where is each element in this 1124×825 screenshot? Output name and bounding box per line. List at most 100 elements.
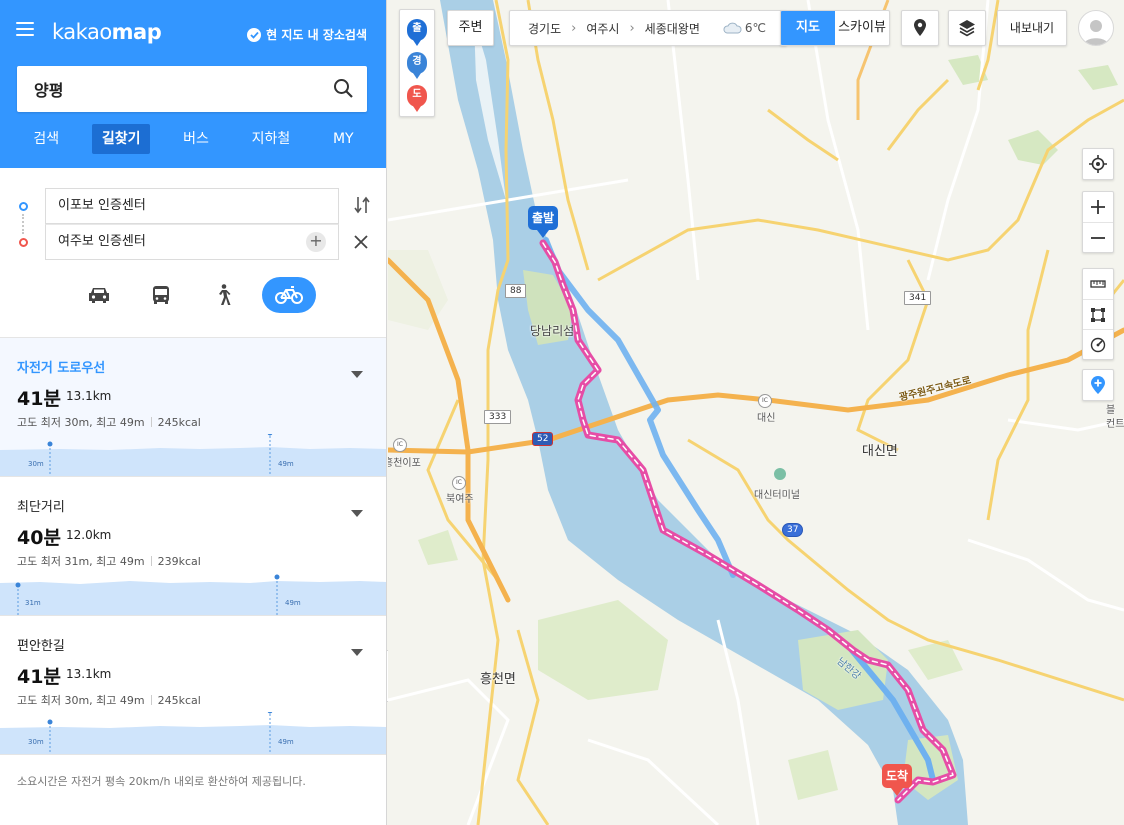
search-box [17,66,367,112]
route-option-distance: 13.1km [66,667,112,681]
breadcrumb-district[interactable]: 세종대왕면 [645,20,700,37]
road-shield: 37 [782,523,804,537]
highway-shield: 52 [532,432,554,446]
ic-icon: IC [758,394,772,408]
add-waypoint-button[interactable]: + [306,232,326,252]
add-place-control [1082,369,1114,401]
mode-bus[interactable] [138,277,184,313]
destination-dot-icon [19,238,28,247]
route-option-title: 편안한길 [17,639,65,654]
radius-measure-button[interactable] [1083,329,1113,359]
route-option-meta: 고도 최저 30m, 최고 49m 245kcal [17,694,201,707]
area-icon [1091,307,1105,322]
place-label: 대신 [757,413,776,424]
route-option-title: 자전거 도로우선 [17,361,106,376]
measure-tools [1082,268,1114,360]
chevron-down-icon[interactable] [351,510,363,517]
avatar[interactable] [1078,10,1114,46]
waypoint-pin-icon[interactable]: 경 [407,51,427,79]
chevron-down-icon[interactable] [351,371,363,378]
svg-text:49m: 49m [278,460,294,468]
user-icon [1084,20,1108,45]
weather[interactable]: 6℃ [722,21,766,35]
sidebar: kakaomap 현 지도 내 장소검색 검색 길찾기 버스 지하철 MY [0,0,387,825]
route-option[interactable]: 자전거 도로우선 41분 13.1km 고도 최저 30m, 최고 49m 245… [0,337,386,476]
route-results: 자전거 도로우선 41분 13.1km 고도 최저 30m, 최고 49m 245… [0,337,386,754]
zoom-control [1082,191,1114,253]
distance-measure-button[interactable] [1083,269,1113,299]
main-tabs: 검색 길찾기 버스 지하철 MY [0,124,386,154]
map-type-skyview-button[interactable]: 스카이뷰 [835,11,889,45]
origin-pin-icon[interactable]: 출 [407,19,427,47]
zoom-out-button[interactable] [1083,222,1113,252]
sidebar-header: kakaomap 현 지도 내 장소검색 검색 길찾기 버스 지하철 MY [0,0,386,168]
tab-my[interactable]: MY [323,124,364,154]
add-pin-icon [1091,376,1105,394]
route-option[interactable]: 최단거리 40분 12.0km 고도 최저 31m, 최고 49m 239kcal… [0,476,386,615]
svg-text:49m: 49m [278,738,294,746]
clear-route-icon[interactable] [353,234,369,254]
destination-field[interactable]: 여주보 인증센터 + [45,224,339,260]
end-marker-label: 도착 [882,764,912,788]
walk-icon [219,284,231,305]
destination-pin-icon[interactable]: 도 [407,84,427,112]
breadcrumb-city[interactable]: 여주시 [586,20,619,37]
layers-button[interactable] [948,10,986,46]
route-option-distance: 13.1km [66,389,112,403]
mode-bike[interactable] [262,277,316,313]
road-shield: 88 [505,284,527,298]
menu-icon[interactable] [16,22,34,38]
chevron-down-icon[interactable] [351,649,363,656]
plus-icon [1091,200,1105,214]
current-location-button[interactable] [1083,149,1113,179]
route-option-meta: 고도 최저 31m, 최고 49m 239kcal [17,555,201,568]
map-canvas[interactable]: 당남리섬 IC 대신 대신면 대신터미널 IC 흥천이포 IC 북여주 흥천면 … [388,0,1124,825]
ic-icon: IC [393,438,407,452]
mode-walk[interactable] [200,277,246,313]
route-option-time: 41분 [17,388,61,410]
kakaomap-logo[interactable]: kakaomap [52,20,162,44]
tab-subway[interactable]: 지하철 [242,124,301,154]
start-marker[interactable]: 출발 [528,206,558,238]
place-label: 대신면 [862,444,898,459]
route-option-meta: 고도 최저 30m, 최고 49m 245kcal [17,416,201,429]
svg-text:30m: 30m [28,738,44,746]
roadview-button[interactable] [901,10,939,46]
place-label: 흥천면 [480,672,516,687]
origin-field[interactable]: 이포보 인증센터 [45,188,339,224]
place-label: 당남리섬 [530,324,575,338]
place-label: 북여주 [446,494,474,505]
place-label: 블 컨트 [1106,405,1124,430]
check-circle-icon [247,27,262,42]
region-breadcrumb: 경기도 › 여주시 › 세종대왕면 6℃ [509,10,787,46]
export-button[interactable]: 내보내기 [997,10,1067,46]
nearby-button[interactable]: 주변 [447,10,494,46]
start-marker-label: 출발 [528,206,558,230]
swap-route-icon[interactable] [353,195,371,219]
end-marker[interactable]: 도착 [882,764,912,796]
transport-modes [76,276,316,314]
breadcrumb-province[interactable]: 경기도 [528,20,561,37]
bus-icon [153,286,169,304]
mode-car[interactable] [76,277,122,313]
route-option-distance: 12.0km [66,528,112,542]
bike-icon [275,286,303,304]
tab-directions[interactable]: 길찾기 [91,124,151,154]
route-option-time: 40분 [17,527,61,549]
add-place-button[interactable] [1083,370,1113,400]
route-option-time: 41분 [17,666,61,688]
route-option-title: 최단거리 [17,500,65,515]
minus-icon [1091,236,1105,239]
search-icon[interactable] [333,78,354,103]
start-marker-tip [537,230,549,238]
elevation-profile: 30m 49m [0,712,386,754]
tab-search[interactable]: 검색 [23,124,69,154]
zoom-in-button[interactable] [1083,192,1113,222]
car-icon [89,288,109,303]
route-option[interactable]: 편안한길 41분 13.1km 고도 최저 30m, 최고 49m 245kcal… [0,615,386,754]
map-type-map-button[interactable]: 지도 [781,11,835,45]
area-measure-button[interactable] [1083,299,1113,329]
search-in-map-toggle[interactable]: 현 지도 내 장소검색 [247,26,367,43]
tab-bus[interactable]: 버스 [173,124,219,154]
search-input[interactable] [17,66,317,112]
